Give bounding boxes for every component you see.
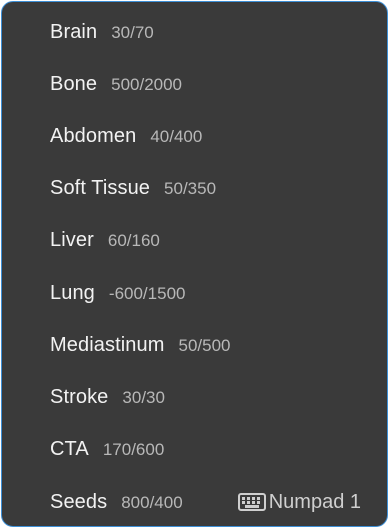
hotkey-hint: Numpad 1: [237, 490, 361, 514]
preset-value: 30/30: [122, 387, 165, 407]
preset-value: 50/350: [164, 178, 217, 198]
preset-value: 500/2000: [111, 74, 183, 94]
preset-value: 60/160: [107, 230, 160, 250]
preset-item-abdomen[interactable]: Abdomen 40/400: [2, 110, 387, 162]
preset-value: 40/400: [150, 126, 203, 146]
preset-item-soft-tissue[interactable]: Soft Tissue 50/350: [2, 162, 387, 214]
preset-label: Brain: [50, 20, 98, 43]
preset-item-seeds[interactable]: Seeds 800/400 Numpad 1: [2, 476, 387, 526]
preset-value: 800/400: [121, 492, 183, 512]
window-preset-menu: Brain 30/70 Bone 500/2000 Abdomen 40/400…: [1, 1, 388, 527]
preset-value: -600/1500: [108, 283, 186, 303]
preset-item-lung[interactable]: Lung -600/1500: [2, 267, 387, 319]
preset-label: Mediastinum: [50, 333, 165, 356]
preset-item-stroke[interactable]: Stroke 30/30: [2, 371, 387, 423]
preset-value: 50/500: [178, 335, 231, 355]
preset-item-mediastinum[interactable]: Mediastinum 50/500: [2, 319, 387, 371]
preset-label: Seeds: [50, 490, 108, 513]
preset-value: 170/600: [102, 439, 165, 459]
preset-label: Stroke: [50, 385, 109, 408]
preset-label: Abdomen: [50, 124, 137, 147]
preset-label: Bone: [50, 72, 98, 95]
preset-item-bone[interactable]: Bone 500/2000: [2, 58, 387, 110]
preset-item-liver[interactable]: Liver 60/160: [2, 214, 387, 266]
hotkey-label: Numpad 1: [268, 490, 361, 513]
preset-label: CTA: [50, 437, 89, 460]
preset-label: Lung: [50, 281, 95, 304]
keyboard-icon: [237, 492, 266, 512]
preset-label: Soft Tissue: [50, 176, 151, 199]
preset-item-cta[interactable]: CTA 170/600: [2, 423, 387, 475]
preset-value: 30/70: [111, 22, 154, 42]
preset-label: Liver: [50, 228, 94, 251]
preset-item-brain[interactable]: Brain 30/70: [2, 6, 387, 58]
